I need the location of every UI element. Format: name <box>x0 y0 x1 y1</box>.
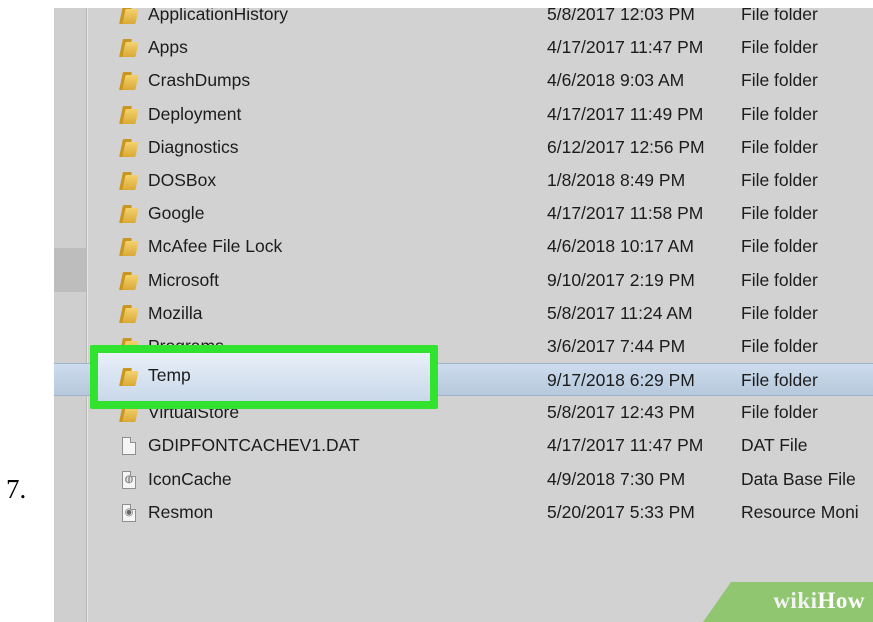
folder-icon <box>118 39 140 58</box>
file-row[interactable]: ◉ Resmon 5/20/2017 5:33 PM Resource Moni <box>54 496 873 529</box>
file-explorer-window: ApplicationHistory 5/8/2017 12:03 PM File … <box>54 8 873 622</box>
file-type: File folder <box>741 37 818 58</box>
file-type: File folder <box>741 8 818 24</box>
file-date-modified: 4/17/2017 11:58 PM <box>547 203 704 224</box>
file-row[interactable]: ◍ IconCache 4/9/2018 7:30 PM Data Base File <box>54 463 873 496</box>
file-date-modified: 5/8/2017 12:43 PM <box>547 402 695 423</box>
file-row[interactable]: ApplicationHistory 5/8/2017 12:03 PM File … <box>54 8 873 31</box>
file-row[interactable]: Diagnostics 6/12/2017 12:56 PM File folder <box>54 131 873 164</box>
file-type: File folder <box>741 335 818 356</box>
file-row[interactable]: Mozilla 5/8/2017 11:24 AM File folder <box>54 297 873 330</box>
file-name: Deployment <box>148 103 242 124</box>
file-date-modified: 6/12/2017 12:56 PM <box>547 136 705 157</box>
file-date-modified: 9/10/2017 2:19 PM <box>547 269 695 290</box>
file-type: File folder <box>741 269 818 290</box>
database-file-icon: ◍ <box>118 470 140 489</box>
file-type: Data Base File <box>741 468 856 489</box>
file-name: McAfee File Lock <box>148 236 283 257</box>
file-row[interactable]: Microsoft 9/10/2017 2:19 PM File folder <box>54 264 873 297</box>
file-name: CrashDumps <box>148 70 251 91</box>
file-date-modified: 9/17/2018 6:29 PM <box>547 370 695 391</box>
file-type: File folder <box>741 370 818 391</box>
folder-icon <box>118 304 140 323</box>
folder-icon <box>118 205 140 224</box>
step-number: 7. <box>6 474 27 504</box>
file-type: File folder <box>741 136 818 157</box>
file-row[interactable]: McAfee File Lock 4/6/2018 10:17 AM File fo… <box>54 230 873 263</box>
folder-icon <box>118 72 140 91</box>
file-date-modified: 4/6/2018 10:17 AM <box>547 236 694 257</box>
file-date-modified: 3/6/2017 7:44 PM <box>547 335 686 356</box>
file-date-modified: 4/17/2017 11:47 PM <box>547 435 704 456</box>
resource-monitor-icon: ◉ <box>118 503 140 522</box>
folder-icon <box>118 105 140 124</box>
file-type: File folder <box>741 402 818 423</box>
file-date-modified: 5/8/2017 11:24 AM <box>547 302 693 323</box>
file-date-modified: 4/17/2017 11:47 PM <box>547 37 704 58</box>
file-name: Mozilla <box>148 302 203 323</box>
file-type: Resource Moni <box>741 501 859 522</box>
file-row[interactable]: Google 4/17/2017 11:58 PM File folder <box>54 197 873 230</box>
file-row[interactable]: CrashDumps 4/6/2018 9:03 AM File folder <box>54 64 873 97</box>
file-name: Microsoft <box>148 269 219 290</box>
file-name: Apps <box>148 37 188 58</box>
file-type: File folder <box>741 103 818 124</box>
highlight-box <box>90 345 438 409</box>
file-type: File folder <box>741 203 818 224</box>
file-name: Google <box>148 203 205 224</box>
file-date-modified: 4/6/2018 9:03 AM <box>547 70 685 91</box>
file-date-modified: 4/17/2017 11:49 PM <box>547 103 704 124</box>
file-list: ApplicationHistory 5/8/2017 12:03 PM File … <box>54 8 873 529</box>
folder-icon <box>118 138 140 157</box>
file-type: File folder <box>741 236 818 257</box>
file-date-modified: 5/20/2017 5:33 PM <box>547 501 695 522</box>
file-name: GDIPFONTCACHEV1.DAT <box>148 435 360 456</box>
file-row[interactable]: Deployment 4/17/2017 11:49 PM File folder <box>54 98 873 131</box>
folder-icon <box>118 171 140 190</box>
file-name: Diagnostics <box>148 136 239 157</box>
file-row[interactable]: GDIPFONTCACHEV1.DAT 4/17/2017 11:47 PM DAT… <box>54 429 873 462</box>
file-name: IconCache <box>148 468 232 489</box>
file-name: Resmon <box>148 501 214 522</box>
file-type: File folder <box>741 302 818 323</box>
file-name: DOSBox <box>148 169 217 190</box>
folder-icon <box>118 8 140 24</box>
file-date-modified: 5/8/2017 12:03 PM <box>547 8 695 24</box>
folder-icon <box>118 238 140 257</box>
dat-file-icon <box>118 437 140 456</box>
file-type: File folder <box>741 169 818 190</box>
file-type: DAT File <box>741 435 808 456</box>
file-type: File folder <box>741 70 818 91</box>
wikihow-watermark: wikiHow <box>773 588 865 613</box>
file-date-modified: 4/9/2018 7:30 PM <box>547 468 686 489</box>
file-date-modified: 1/8/2018 8:49 PM <box>547 169 686 190</box>
file-row[interactable]: Apps 4/17/2017 11:47 PM File folder <box>54 31 873 64</box>
file-name: ApplicationHistory <box>148 8 289 24</box>
file-row[interactable]: DOSBox 1/8/2018 8:49 PM File folder <box>54 164 873 197</box>
folder-icon <box>118 271 140 290</box>
